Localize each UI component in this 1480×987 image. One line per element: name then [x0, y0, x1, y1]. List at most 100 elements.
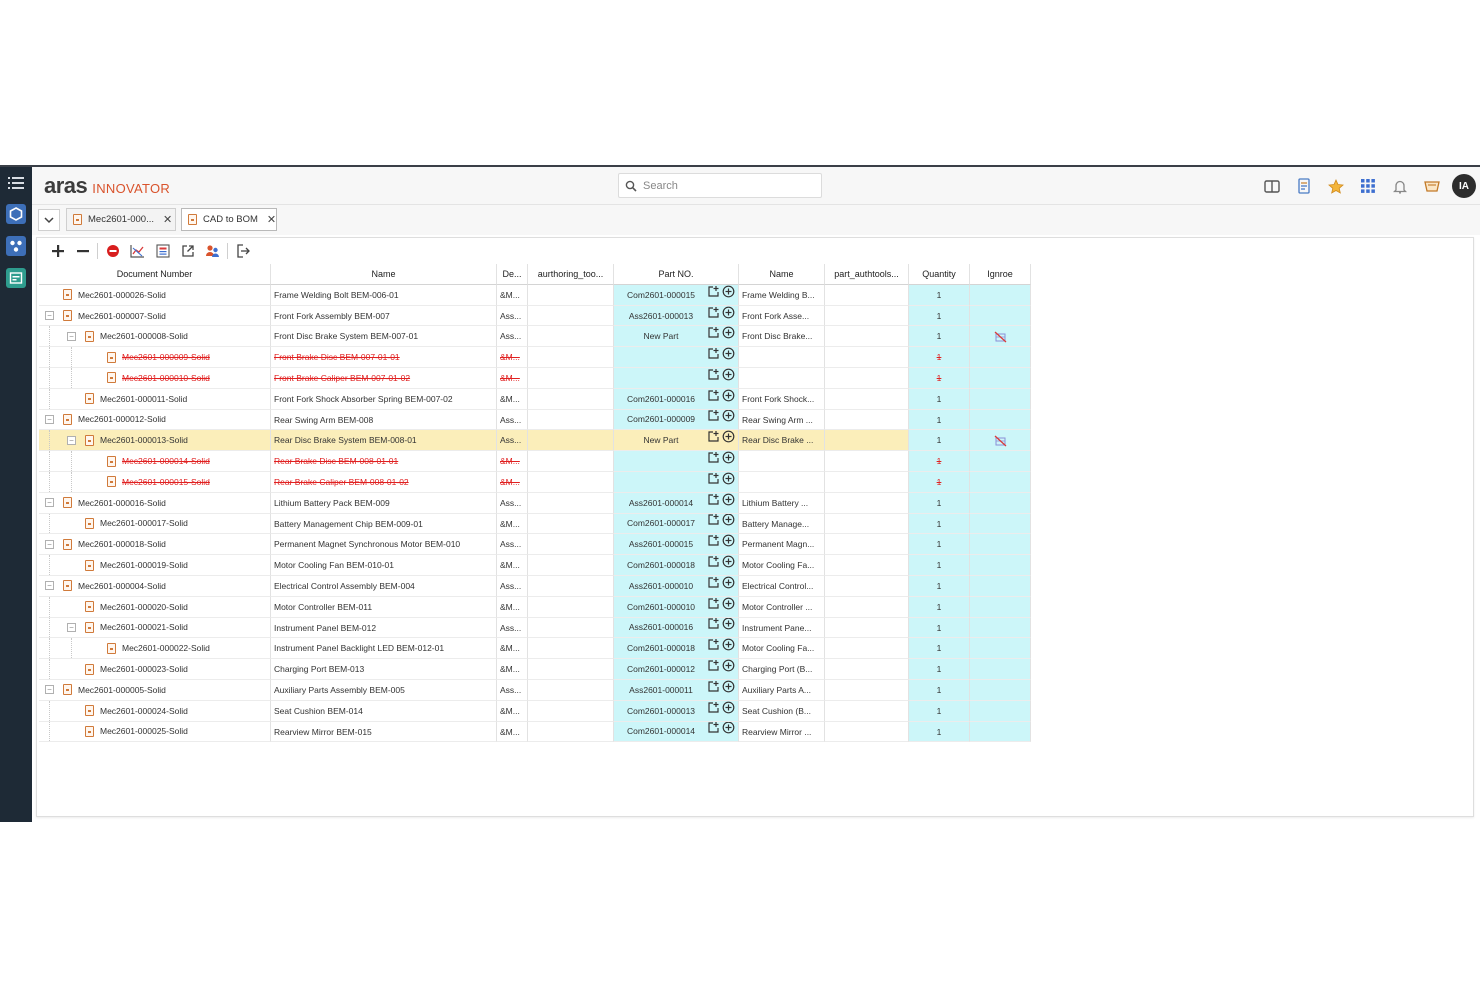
new-part-icon[interactable] [707, 555, 720, 575]
cell-name[interactable]: Lithium Battery Pack BEM-009 [271, 492, 497, 514]
new-part-icon[interactable] [707, 306, 720, 326]
cell-part-authtools[interactable] [825, 347, 909, 368]
search-box[interactable] [618, 173, 822, 198]
cell-quantity[interactable]: 1 [909, 388, 970, 410]
tab-mec2601[interactable]: Mec2601-000... ✕ [66, 208, 176, 231]
hexagon-icon[interactable] [6, 204, 26, 224]
cell-document-number[interactable]: − Mec2601-000013-Solid [39, 430, 271, 452]
cell-part-no[interactable]: Com2601-000016 [614, 388, 739, 410]
cell-description[interactable]: &M... [497, 659, 528, 680]
collapse-toggle[interactable]: − [45, 414, 54, 424]
cell-part-no[interactable]: Com2601-000012 [614, 659, 739, 680]
cell-document-number[interactable]: Mec2601-000009-Solid [39, 347, 271, 368]
cell-name[interactable]: Frame Welding Bolt BEM-006-01 [271, 284, 497, 306]
cell-quantity[interactable]: 1 [909, 617, 970, 639]
add-circle-icon[interactable] [722, 597, 735, 617]
report-button[interactable] [1288, 172, 1320, 200]
add-circle-icon[interactable] [722, 659, 735, 679]
cell-authoring-tool[interactable] [528, 679, 614, 701]
new-part-icon[interactable] [707, 410, 720, 430]
header-name[interactable]: Name [271, 264, 497, 285]
cell-name[interactable]: Charging Port BEM-013 [271, 659, 497, 680]
cell-part-authtools[interactable] [825, 596, 909, 618]
cell-description[interactable]: &M... [497, 347, 528, 368]
cell-part-authtools[interactable] [825, 367, 909, 389]
cell-part-name[interactable] [739, 471, 825, 493]
add-circle-icon[interactable] [722, 389, 735, 409]
cell-part-authtools[interactable] [825, 617, 909, 639]
collapse-toggle[interactable]: − [67, 622, 76, 632]
cell-document-number[interactable]: − Mec2601-000008-Solid [39, 326, 271, 348]
add-circle-icon[interactable] [722, 451, 735, 471]
cell-authoring-tool[interactable] [528, 388, 614, 410]
cell-part-no[interactable]: New Part [614, 326, 739, 348]
split-view-button[interactable] [1256, 172, 1288, 200]
cell-document-number[interactable]: − Mec2601-000007-Solid [39, 305, 271, 327]
cell-part-no[interactable]: Com2601-000009 [614, 409, 739, 431]
table-row[interactable]: − Mec2601-000007-Solid Front Fork Assembly… [39, 305, 1031, 327]
cell-description[interactable]: Ass... [497, 305, 528, 327]
table-row[interactable]: Mec2601-000014-Solid Rear Brake Disc BEM-… [39, 451, 1031, 472]
cell-part-authtools[interactable] [825, 679, 909, 701]
new-part-icon[interactable] [707, 576, 720, 596]
ignore-icon[interactable] [994, 434, 1007, 450]
add-circle-icon[interactable] [722, 514, 735, 534]
cell-authoring-tool[interactable] [528, 638, 614, 660]
collapse-toggle[interactable]: − [45, 498, 54, 508]
cell-part-authtools[interactable] [825, 555, 909, 576]
cell-ignore[interactable] [970, 305, 1031, 327]
cell-part-no[interactable] [614, 347, 739, 368]
add-circle-icon[interactable] [722, 410, 735, 430]
cell-authoring-tool[interactable] [528, 721, 614, 743]
cell-part-name[interactable]: Front Fork Shock... [739, 388, 825, 410]
cell-part-authtools[interactable] [825, 409, 909, 431]
cell-name[interactable]: Instrument Panel BEM-012 [271, 617, 497, 639]
cell-quantity[interactable]: 1 [909, 659, 970, 680]
cell-name[interactable]: Rear Swing Arm BEM-008 [271, 409, 497, 431]
new-part-icon[interactable] [707, 430, 720, 450]
cell-description[interactable]: &M... [497, 638, 528, 660]
cell-part-authtools[interactable] [825, 305, 909, 327]
cell-part-no[interactable] [614, 471, 739, 493]
table-row[interactable]: − Mec2601-000012-Solid Rear Swing Arm BEM-… [39, 409, 1031, 431]
collapse-toggle[interactable]: − [67, 331, 76, 341]
cell-part-no[interactable]: Com2601-000017 [614, 513, 739, 535]
cell-authoring-tool[interactable] [528, 513, 614, 535]
cell-document-number[interactable]: Mec2601-000015-Solid [39, 471, 271, 493]
cell-document-number[interactable]: Mec2601-000023-Solid [39, 659, 271, 680]
cell-authoring-tool[interactable] [528, 596, 614, 618]
tab-cad-to-bom[interactable]: CAD to BOM ✕ [181, 208, 277, 231]
cell-authoring-tool[interactable] [528, 471, 614, 493]
table-row[interactable]: Mec2601-000011-Solid Front Fork Shock Abs… [39, 388, 1031, 410]
cell-authoring-tool[interactable] [528, 430, 614, 452]
new-part-icon[interactable] [707, 493, 720, 513]
cell-ignore[interactable] [970, 492, 1031, 514]
cell-authoring-tool[interactable] [528, 575, 614, 597]
table-row[interactable]: − Mec2601-000021-Solid Instrument Panel BE… [39, 617, 1031, 639]
table-row[interactable]: Mec2601-000009-Solid Front Brake Disc BEM… [39, 347, 1031, 368]
cell-part-no[interactable]: Ass2601-000014 [614, 492, 739, 514]
cell-description[interactable]: &M... [497, 284, 528, 306]
add-circle-icon[interactable] [722, 326, 735, 346]
header-document-number[interactable]: Document Number [39, 264, 271, 285]
cell-part-name[interactable]: Rearview Mirror ... [739, 721, 825, 743]
cell-ignore[interactable] [970, 513, 1031, 535]
header-authoring-tool[interactable]: aurthoring_too... [528, 264, 614, 285]
ignore-icon[interactable] [994, 330, 1007, 346]
cell-description[interactable]: &M... [497, 596, 528, 618]
new-part-icon[interactable] [707, 472, 720, 492]
apps-button[interactable] [1352, 172, 1384, 200]
cell-part-authtools[interactable] [825, 638, 909, 660]
new-part-icon[interactable] [707, 680, 720, 700]
cell-part-name[interactable]: Frame Welding B... [739, 284, 825, 306]
new-part-icon[interactable] [707, 389, 720, 409]
cell-ignore[interactable] [970, 617, 1031, 639]
cell-ignore[interactable] [970, 367, 1031, 389]
cell-quantity[interactable]: 1 [909, 638, 970, 660]
cell-ignore[interactable] [970, 700, 1031, 722]
chart-button[interactable] [125, 240, 150, 262]
cell-authoring-tool[interactable] [528, 617, 614, 639]
cell-ignore[interactable] [970, 471, 1031, 493]
cell-name[interactable]: Front Disc Brake System BEM-007-01 [271, 326, 497, 348]
new-part-icon[interactable] [707, 659, 720, 679]
